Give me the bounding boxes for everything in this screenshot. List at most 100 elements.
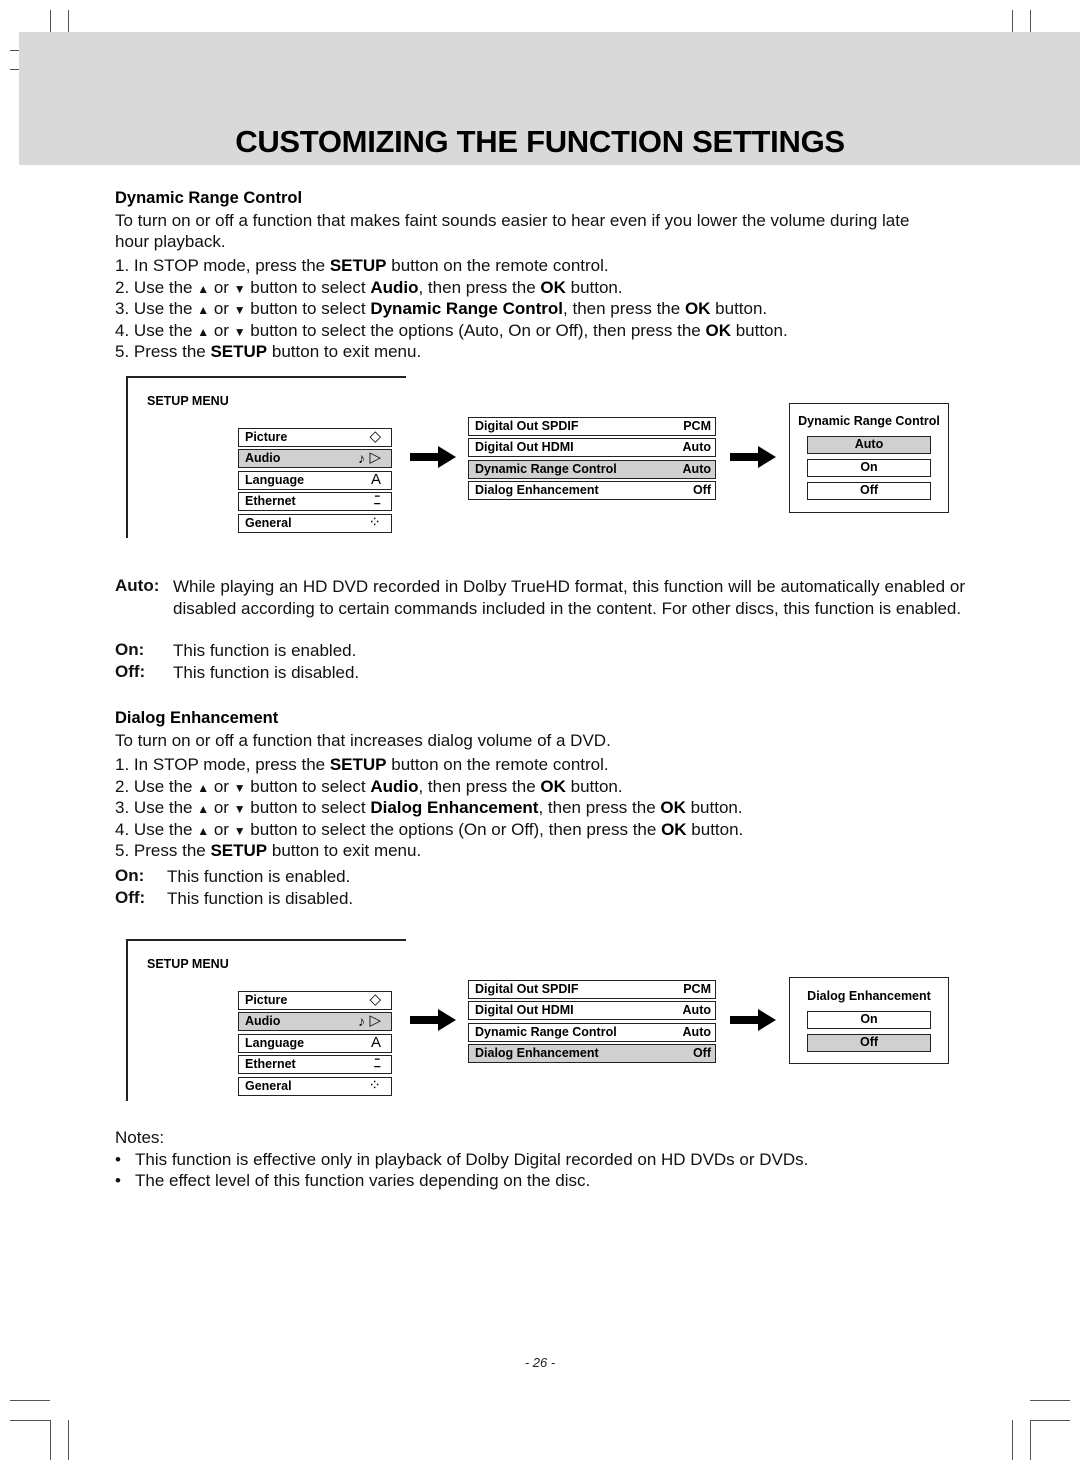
- step-text: Use the: [133, 299, 198, 318]
- submenu-item-value: Auto: [682, 461, 711, 476]
- option-off[interactable]: Off: [807, 1034, 931, 1052]
- step-text: Use the: [133, 277, 198, 297]
- step-text: or: [209, 299, 234, 318]
- down-arrow-icon: ▼: [233, 281, 246, 296]
- step-text: button.: [685, 798, 743, 817]
- instruction-step: 4. Use the ▲ or ▼ button to select the o…: [115, 819, 743, 843]
- options-popup: Dialog Enhancement On Off: [789, 977, 949, 1064]
- option-on[interactable]: On: [807, 459, 931, 477]
- step-keyword: SETUP: [210, 841, 268, 860]
- step-text: button.: [565, 776, 623, 796]
- audio-submenu-item[interactable]: Dynamic Range Control Auto: [468, 1022, 716, 1042]
- submenu-item-label: Digital Out SPDIF: [475, 419, 579, 433]
- audio-submenu-item[interactable]: Digital Out HDMI Auto: [468, 438, 716, 458]
- setup-menu-item-language[interactable]: Language A: [238, 1033, 392, 1053]
- step-keyword: OK: [684, 299, 711, 318]
- note-item: • The effect level of this function varie…: [115, 1171, 590, 1191]
- step-text: button to select: [245, 776, 371, 796]
- setup-menu-item-ethernet[interactable]: Ethernet ﾆ: [238, 1055, 392, 1075]
- step-text: button to select the options (On or Off)…: [245, 819, 662, 839]
- step-text: Use the: [133, 819, 198, 839]
- crop-mark: [68, 1420, 69, 1460]
- step-keyword: OK: [540, 776, 566, 796]
- definition-description: This function is enabled.: [173, 641, 357, 660]
- option-off[interactable]: Off: [807, 482, 931, 500]
- step-number: 1.: [115, 755, 130, 774]
- step-text: button to select: [245, 798, 371, 817]
- setup-menu-label: SETUP MENU: [147, 394, 229, 408]
- step-keyword: Audio: [370, 776, 419, 796]
- setup-menu-item-ethernet[interactable]: Ethernet ﾆ: [238, 492, 392, 512]
- submenu-item-label: Digital Out SPDIF: [475, 982, 579, 996]
- step-keyword: SETUP: [329, 256, 387, 275]
- step-text: button.: [565, 277, 623, 297]
- audio-music-icon: ▷: [369, 449, 381, 467]
- instruction-step: 2. Use the ▲ or ▼ button to select Audio…: [115, 277, 623, 301]
- option-auto[interactable]: Auto: [807, 436, 931, 454]
- bullet-icon: •: [115, 1171, 121, 1190]
- treble-clef-icon: ♪: [358, 450, 365, 467]
- options-popup-title: Dynamic Range Control: [798, 414, 940, 428]
- step-keyword: OK: [540, 277, 566, 297]
- step-text: button to select the options (Auto, On o…: [245, 320, 706, 340]
- audio-submenu-item[interactable]: Dialog Enhancement Off: [468, 481, 716, 501]
- note-text: This function is effective only in playb…: [135, 1150, 809, 1169]
- step-number: 4.: [115, 320, 130, 340]
- setup-menu-label: SETUP MENU: [147, 957, 229, 971]
- step-text: Press the: [133, 841, 211, 860]
- general-dots-icon: ⁘: [368, 513, 381, 531]
- picture-diamond-icon: ◇: [369, 991, 381, 1008]
- step-text: Use the: [133, 320, 198, 340]
- setup-menu-item-audio[interactable]: Audio ▷ ♪: [238, 1012, 392, 1032]
- definition-term: Off:: [115, 888, 146, 907]
- note-item: • This function is effective only in play…: [115, 1150, 808, 1170]
- instruction-step: 3. Use the ▲ or ▼ button to select Dialo…: [115, 797, 743, 821]
- step-keyword: SETUP: [210, 342, 268, 361]
- setup-menu-item-general[interactable]: General ⁘: [238, 1076, 392, 1096]
- setup-menu-item-language[interactable]: Language A: [238, 470, 392, 490]
- step-text: button to exit menu.: [267, 841, 422, 860]
- crop-mark: [1012, 1420, 1013, 1460]
- step-text: Use the: [133, 798, 198, 817]
- instruction-step: 1. In STOP mode, press the SETUP button …: [115, 754, 609, 776]
- setup-menu-item-audio[interactable]: Audio ▷ ♪: [238, 449, 392, 469]
- menu-item-label: Ethernet: [245, 1057, 296, 1072]
- crop-mark: [10, 1420, 50, 1421]
- step-number: 3.: [115, 798, 130, 817]
- step-text: or: [209, 798, 234, 817]
- menu-item-label: Picture: [245, 430, 288, 444]
- down-arrow-icon: ▼: [233, 823, 246, 838]
- step-number: 5.: [115, 342, 130, 361]
- right-arrow-icon: [410, 1009, 456, 1031]
- definition-term: Auto:: [115, 576, 160, 595]
- setup-menu-item-general[interactable]: General ⁘: [238, 513, 392, 533]
- menu-item-label: Ethernet: [245, 494, 296, 509]
- definition-term: On:: [115, 640, 145, 659]
- instruction-step: 2. Use the ▲ or ▼ button to select Audio…: [115, 776, 623, 800]
- picture-diamond-icon: ◇: [369, 428, 381, 445]
- language-a-icon: A: [370, 1033, 381, 1051]
- step-text: Use the: [133, 776, 198, 796]
- up-arrow-icon: ▲: [197, 780, 210, 795]
- option-on[interactable]: On: [807, 1011, 931, 1029]
- setup-menu-item-picture[interactable]: Picture ◇: [238, 428, 392, 447]
- audio-submenu-item[interactable]: Digital Out SPDIF PCM: [468, 980, 716, 999]
- step-number: 2.: [115, 277, 130, 297]
- step-text: button.: [686, 819, 744, 839]
- setup-menu-item-picture[interactable]: Picture ◇: [238, 991, 392, 1010]
- audio-submenu-item[interactable]: Dynamic Range Control Auto: [468, 459, 716, 479]
- audio-submenu-item[interactable]: Dialog Enhancement Off: [468, 1044, 716, 1064]
- audio-submenu-item[interactable]: Digital Out HDMI Auto: [468, 1001, 716, 1021]
- down-arrow-icon: ▼: [233, 802, 246, 816]
- audio-submenu-item[interactable]: Digital Out SPDIF PCM: [468, 417, 716, 436]
- step-keyword: OK: [661, 819, 687, 839]
- definition-description: This function is disabled.: [173, 663, 360, 682]
- crop-mark: [10, 1400, 50, 1401]
- submenu-item-value: Off: [692, 483, 711, 498]
- submenu-item-value: PCM: [683, 419, 711, 433]
- up-arrow-icon: ▲: [197, 823, 210, 838]
- submenu-item-label: Dynamic Range Control: [475, 461, 617, 476]
- menu-item-label: Language: [245, 472, 305, 487]
- crop-mark: [1030, 1400, 1070, 1401]
- ethernet-zigzag-icon: ﾆ: [373, 492, 381, 510]
